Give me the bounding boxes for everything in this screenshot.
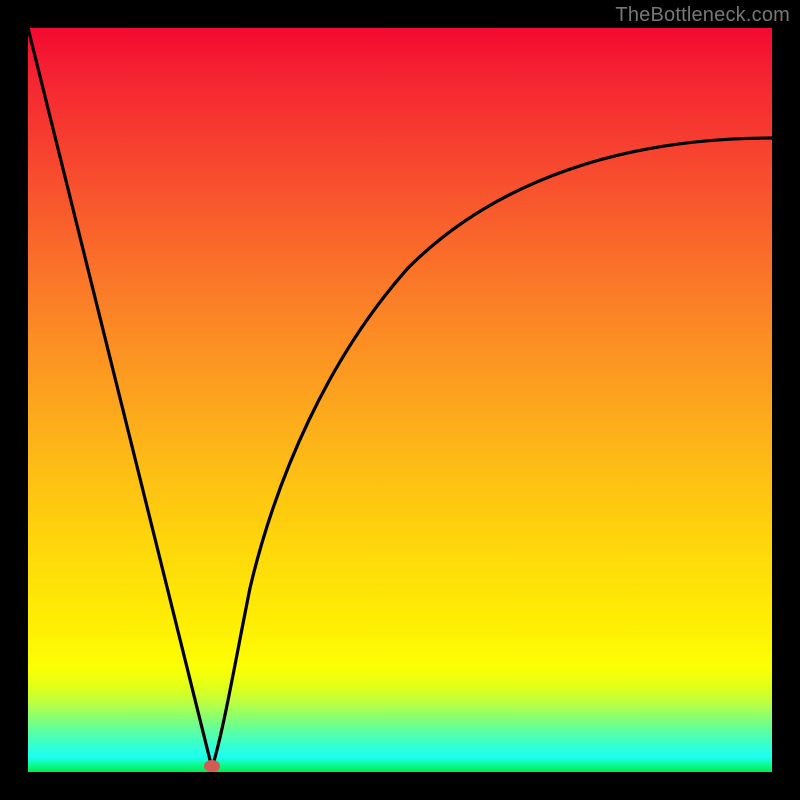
chart-frame: TheBottleneck.com bbox=[0, 0, 800, 800]
attribution-text: TheBottleneck.com bbox=[615, 4, 790, 27]
optimum-marker bbox=[204, 760, 220, 772]
bottleneck-curve bbox=[28, 28, 772, 772]
plot-area bbox=[28, 28, 772, 772]
